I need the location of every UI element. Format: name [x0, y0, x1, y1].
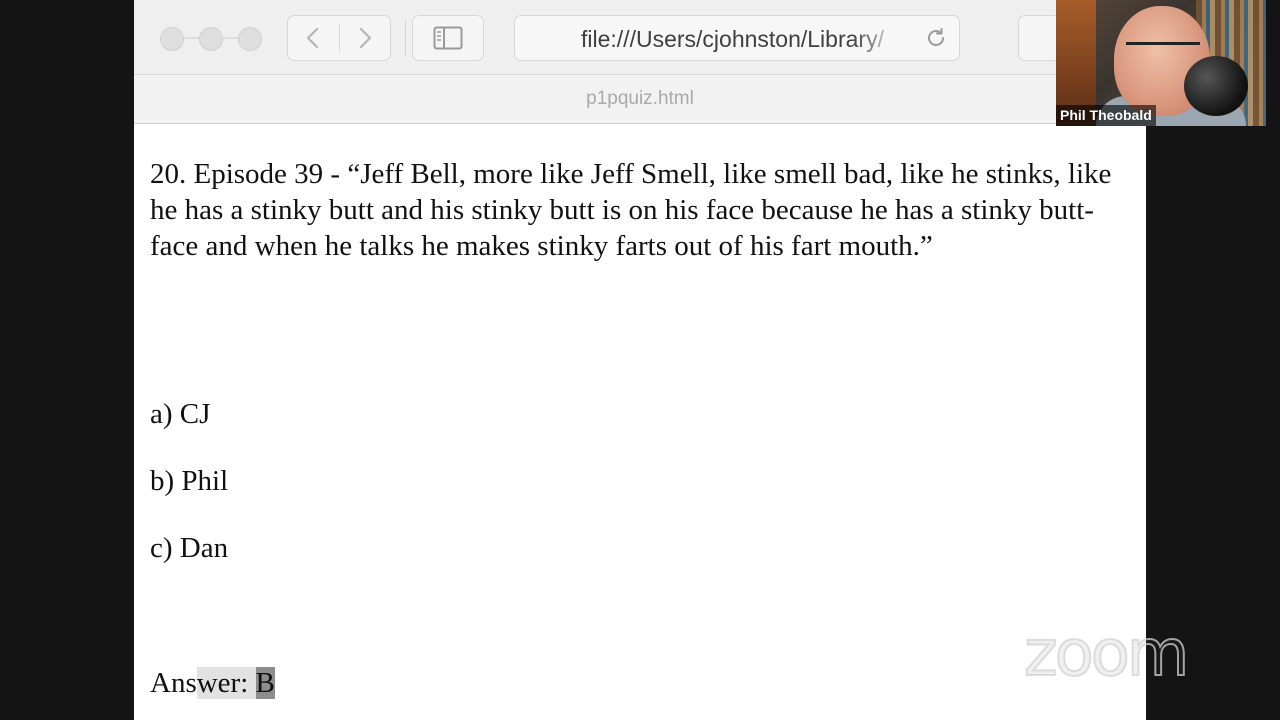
quiz-answer: Answer: B [150, 667, 275, 700]
reload-button[interactable] [923, 25, 949, 51]
navigation-buttons [287, 15, 391, 61]
microphone [1184, 56, 1248, 116]
minimize-window-button[interactable] [199, 27, 223, 51]
close-window-button[interactable] [160, 27, 184, 51]
forward-button[interactable] [340, 16, 391, 60]
sidebar-icon [433, 26, 463, 50]
quiz-question: 20. Episode 39 - “Jeff Bell, more like J… [150, 158, 1112, 262]
option-b: b) Phil [150, 465, 229, 497]
participant-name-label: Phil Theobald [1056, 105, 1156, 126]
answer-label-prefix: Ans [150, 667, 197, 699]
chevron-right-icon [359, 27, 371, 49]
reload-icon [928, 28, 944, 46]
tab-title[interactable]: p1pquiz.html [586, 88, 694, 110]
address-bar[interactable]: file:///Users/cjohnston/Library/ [514, 15, 960, 61]
sidebar-toggle-button[interactable] [412, 15, 484, 61]
browser-window: file:///Users/cjohnston/Library/ p1pquiz… [134, 0, 1146, 720]
address-bar-url[interactable]: file:///Users/cjohnston/Library/ [581, 26, 901, 53]
quiz-page: 20. Episode 39 - “Jeff Bell, more like J… [134, 124, 1146, 720]
zoom-watermark: zoom [1023, 617, 1190, 691]
zoom-window-button[interactable] [238, 27, 262, 51]
option-a: a) CJ [150, 398, 211, 430]
tab-bar: p1pquiz.html [134, 75, 1146, 124]
screen-share-stage: file:///Users/cjohnston/Library/ p1pquiz… [0, 0, 1280, 720]
back-button[interactable] [288, 16, 339, 60]
chevron-left-icon [307, 27, 319, 49]
participant-video[interactable]: Phil Theobald [1056, 0, 1266, 126]
option-c: c) Dan [150, 532, 229, 564]
answer-value: B [255, 667, 275, 699]
answer-label-selected: wer: [196, 667, 256, 699]
toolbar-divider [405, 20, 406, 56]
browser-toolbar: file:///Users/cjohnston/Library/ [134, 0, 1146, 75]
participant-glasses [1126, 42, 1200, 59]
